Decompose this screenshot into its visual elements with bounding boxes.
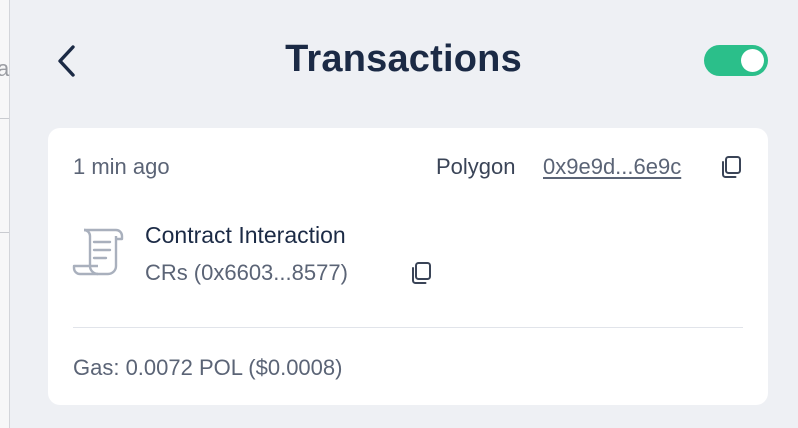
- header: Transactions: [9, 0, 798, 120]
- gas-fee: Gas: 0.0072 POL ($0.0008): [73, 355, 343, 380]
- card-divider: [73, 327, 743, 328]
- transaction-card[interactable]: 1 min ago Polygon 0x9e9d...6e9c Contract…: [48, 128, 768, 405]
- transactions-toggle[interactable]: [704, 45, 768, 76]
- transaction-hash-link[interactable]: 0x9e9d...6e9c: [543, 154, 681, 180]
- copy-icon: [412, 262, 431, 284]
- copy-icon: [722, 156, 741, 178]
- copy-contract-button[interactable]: [408, 260, 434, 286]
- copy-hash-button[interactable]: [718, 154, 744, 180]
- contract-name: CRs: [145, 260, 188, 285]
- contract-info: CRs (0x6603...8577): [145, 260, 348, 286]
- receipt-scroll-icon: [72, 224, 128, 287]
- transaction-action: Contract Interaction: [145, 222, 346, 248]
- background-window-line: [0, 118, 9, 119]
- contract-address: (0x6603...8577): [193, 260, 348, 285]
- transaction-time: 1 min ago: [73, 154, 170, 179]
- page-title: Transactions: [285, 38, 522, 80]
- toggle-knob: [741, 49, 764, 72]
- network-label: Polygon: [436, 154, 516, 179]
- background-window-glyph: a: [0, 56, 10, 81]
- background-window-line: [0, 232, 9, 233]
